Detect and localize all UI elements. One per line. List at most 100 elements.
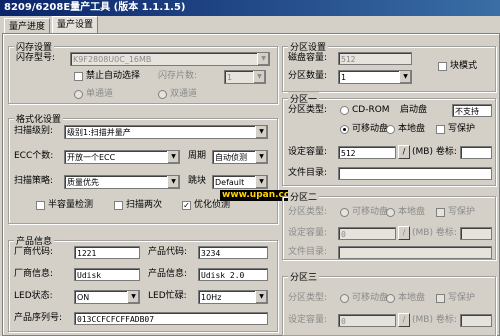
skip-block-select[interactable]: Default ▼ [212, 175, 268, 189]
p1-boot-input[interactable]: 不支持 [452, 104, 492, 117]
cycle-value: 自动侦测 [215, 153, 247, 162]
p1-local-label: 本地盘 [398, 124, 426, 134]
product-info-input[interactable]: Udisk 2.0 [198, 268, 268, 281]
chip-count-value: 1 [227, 73, 233, 82]
chevron-down-icon: ▼ [167, 151, 179, 163]
p1-type-label: 分区类型: [288, 105, 328, 115]
p1-filelist-label: 文件目录: [288, 168, 328, 178]
block-mode-label: 块模式 [450, 61, 478, 71]
strategy-label: 扫描策略: [14, 176, 54, 186]
disk-capacity-input[interactable]: 512 [338, 52, 412, 65]
p2-unit-label: (MB) 卷标: [412, 228, 457, 238]
p3-volume-input[interactable] [460, 314, 492, 327]
scan-twice-checkbox[interactable] [114, 201, 123, 210]
p3-removable-radio[interactable] [340, 294, 349, 303]
p1-local-radio[interactable] [386, 125, 395, 134]
led-state-value: ON [77, 293, 90, 302]
vendor-info-label: 厂商信息: [14, 269, 54, 279]
p1-removable-label: 可移动盘 [352, 124, 389, 134]
strategy-value: 质量优先 [67, 178, 99, 187]
disable-autoselect-checkbox[interactable] [74, 72, 83, 81]
vendor-code-input[interactable]: 1221 [74, 246, 140, 259]
optimize-detect-label: 优化侦测 [194, 200, 231, 210]
single-channel-radio[interactable] [74, 90, 83, 99]
p1-write-protect-label: 写保护 [448, 124, 476, 134]
p2-removable-radio[interactable] [340, 208, 349, 217]
p3-type-label: 分区类型: [288, 293, 328, 303]
p2-removable-label: 可移动盘 [352, 207, 389, 217]
p3-unit-label: (MB) 卷标: [412, 315, 457, 325]
vendor-code-label: 厂商代码: [14, 247, 54, 257]
product-info-label: 产品信息: [148, 269, 188, 279]
skip-block-value: Default [215, 178, 245, 187]
chevron-down-icon: ▼ [257, 53, 269, 65]
chevron-down-icon: ▼ [127, 291, 139, 303]
chip-count-label: 闪存片数: [158, 71, 198, 81]
p1-capacity-label: 设定容量: [288, 147, 328, 157]
p2-volume-input[interactable] [460, 227, 492, 240]
p2-slash-button[interactable]: / [398, 226, 410, 240]
chevron-down-icon: ▼ [255, 151, 267, 163]
chip-count-select[interactable]: 1 ▼ [224, 70, 266, 84]
product-code-input[interactable]: 3234 [198, 246, 268, 259]
serial-label: 产品序列号: [14, 313, 63, 323]
half-capacity-label: 半容量检测 [48, 200, 94, 210]
p1-filelist-input[interactable] [338, 167, 492, 180]
p1-volume-input[interactable] [460, 146, 492, 159]
p3-write-protect-label: 写保护 [448, 293, 476, 303]
p1-slash-button[interactable]: / [398, 145, 410, 159]
partition-count-label: 分区数量: [288, 71, 328, 81]
disable-autoselect-label: 禁止自动选择 [86, 71, 141, 81]
flash-type-value: K9F2808U0C_16MB [73, 55, 152, 64]
ecc-select[interactable]: 开放一个ECC ▼ [64, 150, 180, 164]
scan-level-value: 级别1:扫描并量产 [67, 128, 131, 137]
p3-local-label: 本地盘 [398, 293, 426, 303]
scan-level-label: 扫描级别: [14, 126, 54, 136]
p2-capacity-input[interactable]: 0 [338, 227, 396, 240]
led-freq-select[interactable]: 10Hz ▼ [198, 290, 268, 304]
p2-local-radio[interactable] [386, 208, 395, 217]
half-capacity-checkbox[interactable] [36, 201, 45, 210]
partition3-group [282, 276, 496, 336]
block-mode-checkbox[interactable] [438, 62, 447, 71]
p2-filelist-input[interactable] [338, 246, 492, 259]
led-state-select[interactable]: ON ▼ [74, 290, 140, 304]
tab-settings[interactable]: 量产设置 [52, 16, 99, 34]
single-channel-label: 单通道 [86, 89, 114, 99]
p2-local-label: 本地盘 [398, 207, 426, 217]
partition3-title: 分区三 [288, 270, 320, 283]
chevron-down-icon: ▼ [255, 126, 267, 138]
scan-level-select[interactable]: 级别1:扫描并量产 ▼ [64, 125, 268, 139]
cycle-select[interactable]: 自动侦测 ▼ [212, 150, 268, 164]
p3-capacity-input[interactable]: 0 [338, 314, 396, 327]
flash-type-label: 闪存型号: [16, 53, 56, 63]
cycle-label: 周期 [188, 151, 207, 161]
p1-capacity-input[interactable]: 512 [338, 146, 396, 159]
chevron-down-icon: ▼ [255, 291, 267, 303]
serial-input[interactable]: 013CCFCFCFFADB07 [74, 312, 268, 325]
skip-block-label: 跳块 [188, 176, 207, 186]
led-state-label: LED状态: [14, 291, 53, 301]
flash-type-select[interactable]: K9F2808U0C_16MB ▼ [70, 52, 270, 66]
dual-channel-radio[interactable] [158, 90, 167, 99]
disk-capacity-label: 磁盘容量: [288, 53, 328, 63]
p1-cdrom-radio[interactable] [340, 106, 349, 115]
p1-unit-label: (MB) 卷标: [412, 147, 457, 157]
chevron-down-icon: ▼ [253, 71, 265, 83]
p3-slash-button[interactable]: / [398, 313, 410, 327]
partition-count-value: 1 [341, 73, 347, 82]
strategy-select[interactable]: 质量优先 ▼ [64, 175, 180, 189]
window-title: 8209/6208E量产工具 (版本 1.1.1.5) [0, 0, 500, 16]
p1-removable-radio[interactable] [340, 125, 349, 134]
p3-write-protect-checkbox[interactable] [436, 294, 445, 303]
vendor-info-input[interactable]: Udisk [74, 268, 140, 281]
chevron-down-icon: ▼ [255, 176, 267, 188]
p2-write-protect-checkbox[interactable] [436, 208, 445, 217]
p1-write-protect-checkbox[interactable] [436, 125, 445, 134]
partition-count-select[interactable]: 1 ▼ [338, 70, 412, 84]
led-freq-label: LED忙碌: [148, 291, 187, 301]
p3-local-radio[interactable] [386, 294, 395, 303]
p2-capacity-label: 设定容量: [288, 228, 328, 238]
tab-progress[interactable]: 量产进度 [4, 18, 51, 34]
optimize-detect-checkbox[interactable]: ✓ [182, 201, 191, 210]
